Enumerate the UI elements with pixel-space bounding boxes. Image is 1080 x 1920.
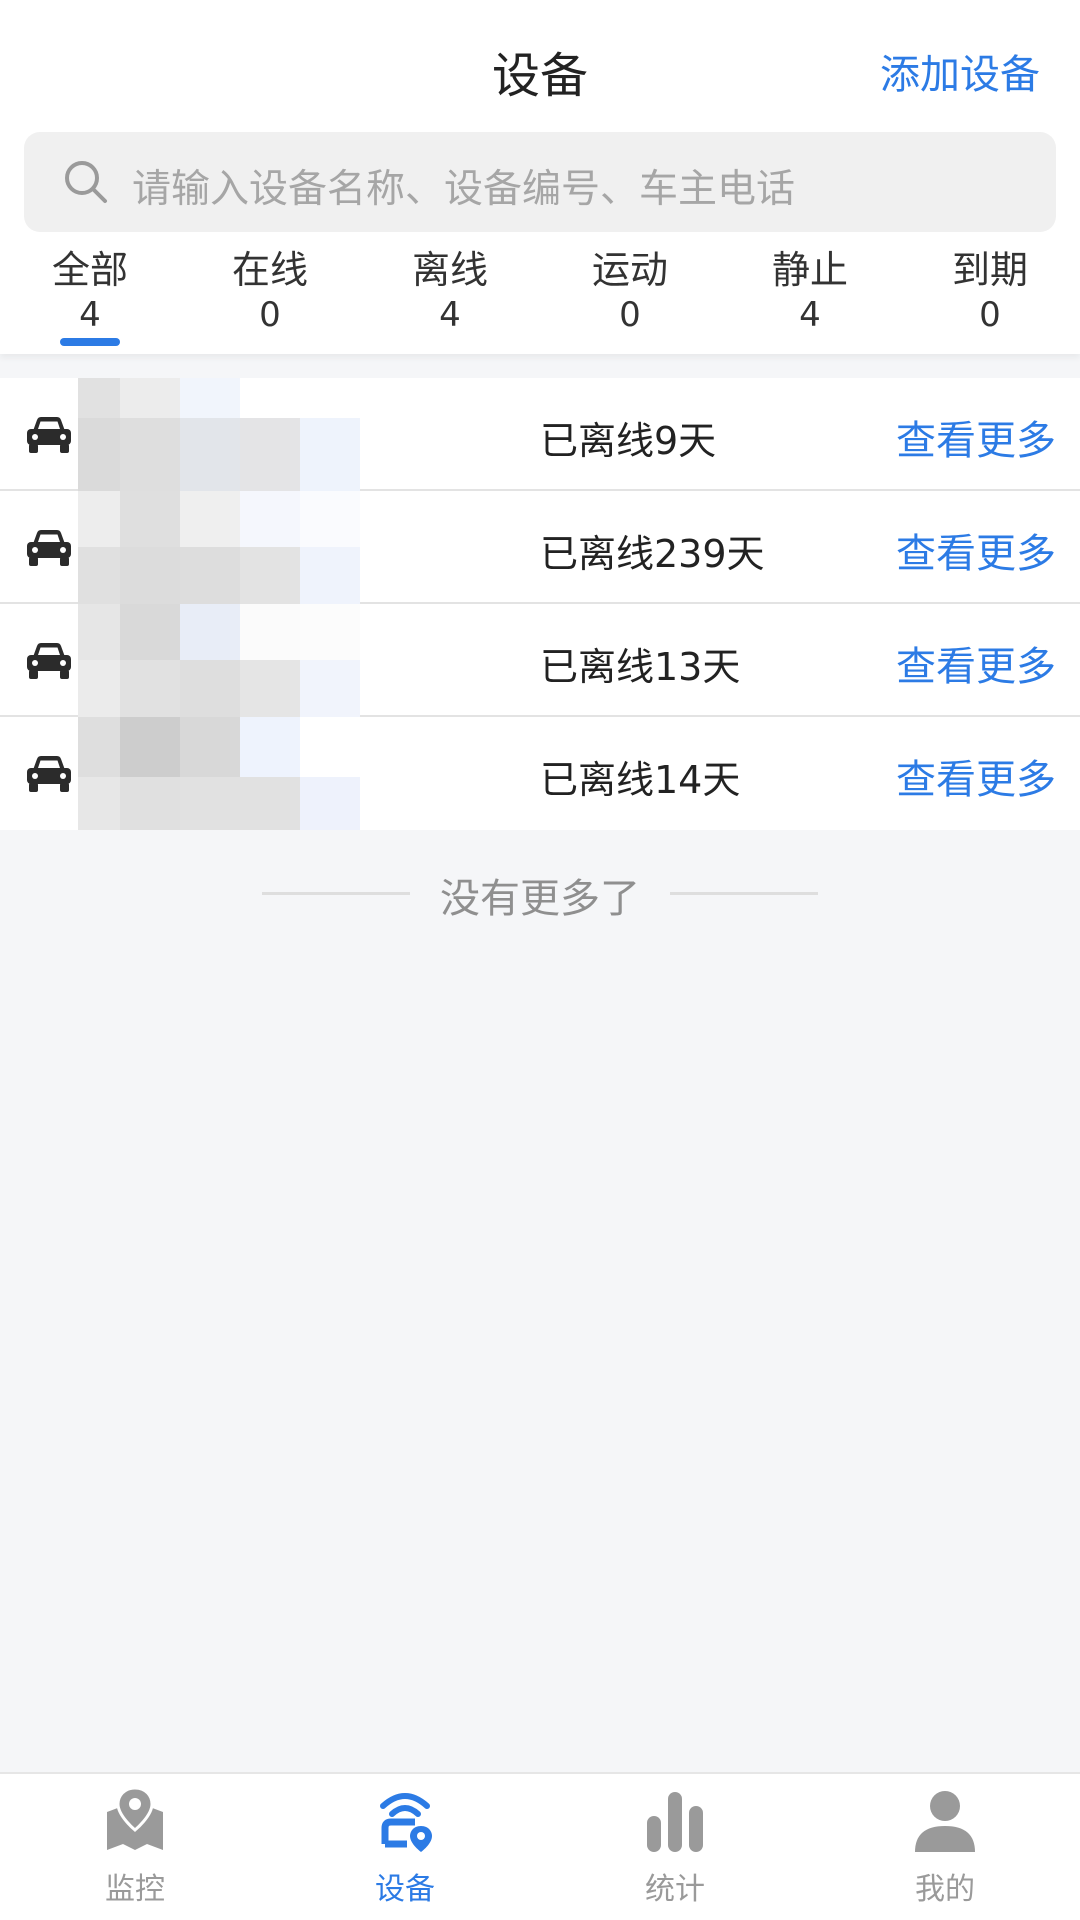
view-more-link[interactable]: 查看更多 [896, 521, 1056, 579]
tab-label: 离线 [411, 248, 488, 292]
list-end-indicator: 没有更多了 [0, 862, 1080, 922]
car-icon [27, 756, 71, 792]
top-panel: 设备 添加设备 请输入设备名称、设备编号、车主电话 全部 4 在线 0 离线 4… [0, 0, 1080, 354]
device-location-icon [380, 1793, 432, 1852]
nav-device[interactable]: 设备 [270, 1774, 540, 1920]
view-more-link[interactable]: 查看更多 [896, 408, 1056, 466]
tab-expired[interactable]: 到期 0 [900, 244, 1080, 338]
search-bar[interactable]: 请输入设备名称、设备编号、车主电话 [24, 132, 1056, 232]
view-more-link[interactable]: 查看更多 [896, 747, 1056, 805]
tab-label: 运动 [591, 248, 668, 292]
tab-all[interactable]: 全部 4 [0, 244, 180, 346]
redacted-device-name [78, 717, 360, 830]
add-device-button[interactable]: 添加设备 [880, 42, 1040, 100]
nav-label: 我的 [915, 1872, 975, 1907]
tab-count: 4 [79, 295, 101, 335]
bar-chart-icon [647, 1792, 703, 1852]
map-pin-icon [107, 1786, 163, 1850]
tab-label: 静止 [771, 248, 848, 292]
device-row[interactable]: 已离线9天 查看更多 [0, 378, 1080, 491]
nav-statistics[interactable]: 统计 [540, 1774, 810, 1920]
device-list: 已离线9天 查看更多 已离线239天 查看更多 已离线13天 查看更多 已离线1… [0, 378, 1080, 830]
tab-count: 4 [799, 295, 821, 335]
device-status: 已离线13天 [540, 645, 741, 689]
tab-label: 全部 [51, 248, 128, 292]
tab-offline[interactable]: 离线 4 [360, 244, 540, 338]
tab-count: 0 [259, 295, 281, 335]
tab-label: 到期 [951, 248, 1028, 292]
tab-label: 在线 [231, 248, 308, 292]
tab-count: 4 [439, 295, 461, 335]
device-status: 已离线239天 [540, 532, 765, 576]
device-row[interactable]: 已离线14天 查看更多 [0, 717, 1080, 830]
tab-online[interactable]: 在线 0 [180, 244, 360, 338]
device-status: 已离线9天 [540, 419, 717, 463]
nav-label: 统计 [645, 1872, 705, 1907]
divider-line-right [670, 892, 818, 895]
car-icon [27, 530, 71, 566]
header: 设备 添加设备 [0, 0, 1080, 130]
redacted-device-name [78, 604, 360, 717]
nav-monitor[interactable]: 监控 [0, 1774, 270, 1920]
search-icon [65, 161, 107, 203]
view-more-link[interactable]: 查看更多 [896, 634, 1056, 692]
bottom-nav: 监控 设备 统计 我的 [0, 1772, 1080, 1920]
search-input[interactable]: 请输入设备名称、设备编号、车主电话 [132, 158, 795, 214]
tab-moving[interactable]: 运动 0 [540, 244, 720, 338]
nav-label: 设备 [375, 1872, 435, 1907]
device-status: 已离线14天 [540, 758, 741, 802]
filter-tabs: 全部 4 在线 0 离线 4 运动 0 静止 4 到期 0 [0, 244, 1080, 354]
user-icon [915, 1791, 975, 1852]
device-row[interactable]: 已离线239天 查看更多 [0, 491, 1080, 604]
active-tab-indicator [60, 338, 120, 346]
nav-label: 监控 [105, 1872, 165, 1907]
redacted-device-name [78, 378, 360, 491]
tab-stationary[interactable]: 静止 4 [720, 244, 900, 338]
car-icon [27, 643, 71, 679]
nav-profile[interactable]: 我的 [810, 1774, 1080, 1920]
tab-count: 0 [619, 295, 641, 335]
device-row[interactable]: 已离线13天 查看更多 [0, 604, 1080, 717]
tab-count: 0 [979, 295, 1001, 335]
car-icon [27, 417, 71, 453]
redacted-device-name [78, 491, 360, 604]
list-end-text: 没有更多了 [440, 876, 640, 922]
